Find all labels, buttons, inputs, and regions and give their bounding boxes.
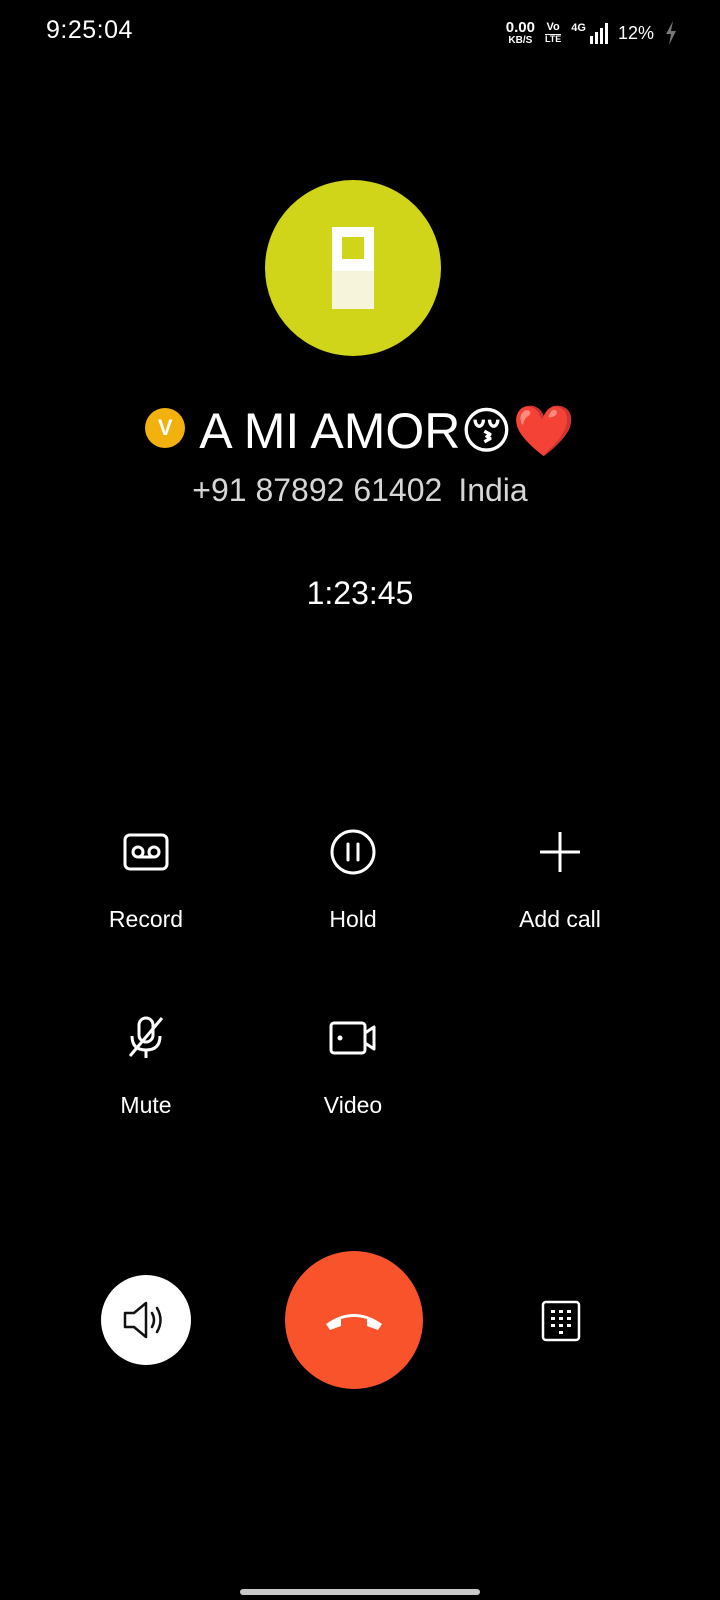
home-indicator[interactable] xyxy=(240,1589,480,1595)
contact-avatar xyxy=(265,180,441,356)
network-type: 4G xyxy=(571,22,586,34)
mute-label: Mute xyxy=(120,1092,172,1118)
mute-button[interactable]: Mute xyxy=(46,1010,246,1140)
keypad-button[interactable] xyxy=(533,1293,589,1349)
video-camera-icon xyxy=(325,1010,381,1066)
phone-location: India xyxy=(458,472,528,508)
hold-label: Hold xyxy=(329,906,377,932)
status-icons: 0.00 KB/S Vo LTE 4G 12% xyxy=(506,16,678,50)
volte-bottom: LTE xyxy=(544,34,562,44)
speaker-icon xyxy=(123,1301,162,1339)
plus-icon xyxy=(532,824,588,880)
contact-name: A MI AMOR😚❤️ xyxy=(199,402,575,459)
record-button[interactable]: Record xyxy=(46,824,246,954)
end-call-button[interactable] xyxy=(285,1251,423,1389)
phone-number: +91 87892 61402 xyxy=(192,472,443,508)
phone-hangup-icon xyxy=(326,1314,382,1330)
dialpad-icon xyxy=(541,1300,581,1342)
charging-bolt-icon xyxy=(666,21,676,45)
call-duration: 1:23:45 xyxy=(306,575,414,611)
add-call-label: Add call xyxy=(519,906,601,932)
video-label: Video xyxy=(323,1092,383,1118)
pause-icon xyxy=(325,824,381,880)
status-bar: 9:25:04 0.00 KB/S Vo LTE 4G 12% xyxy=(0,0,720,64)
video-button[interactable]: Video xyxy=(253,1010,453,1140)
battery-percent: 12% xyxy=(617,22,654,43)
network-speed-value: 0.00 xyxy=(505,19,535,36)
volte-icon: Vo LTE xyxy=(544,21,562,44)
sim-card-icon xyxy=(332,227,374,309)
record-label: Record xyxy=(108,906,184,932)
network-speed: 0.00 KB/S xyxy=(506,20,535,46)
network-speed-unit: KB/S xyxy=(508,35,533,46)
add-call-button[interactable]: Add call xyxy=(460,824,660,954)
speaker-button[interactable] xyxy=(101,1275,191,1365)
volte-top: Vo xyxy=(546,21,560,33)
sim-badge: V xyxy=(145,408,186,448)
contact-header: V A MI AMOR😚❤️ xyxy=(0,396,720,466)
hold-button[interactable]: Hold xyxy=(253,824,453,954)
mic-off-icon xyxy=(118,1010,174,1066)
status-time: 9:25:04 xyxy=(46,16,133,44)
signal-icon: 4G xyxy=(571,22,608,44)
contact-number-line: +91 87892 61402 India xyxy=(0,472,720,509)
record-icon xyxy=(118,824,174,880)
